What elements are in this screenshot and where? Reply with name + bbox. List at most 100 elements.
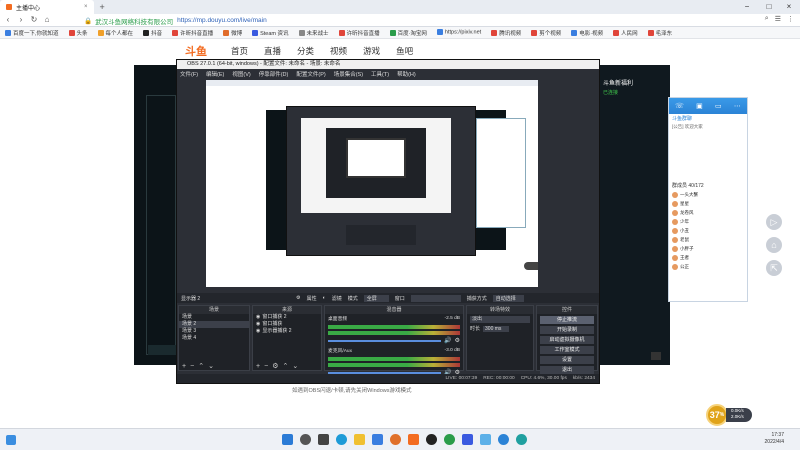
qq-screen-icon[interactable]: ▭ [715, 102, 722, 110]
remove-icon[interactable]: − [190, 363, 194, 370]
stop-streaming-button[interactable]: 停止推流 [540, 316, 594, 324]
qq-icon[interactable] [497, 434, 509, 445]
source-item[interactable]: ◉ 显示器捕获 2 [253, 328, 321, 335]
app-icon[interactable] [515, 434, 527, 445]
scene-item[interactable]: 场景 2 [179, 321, 249, 328]
transition-select[interactable]: 淡出 [470, 316, 530, 323]
bookmark-item[interactable]: 微博 [218, 29, 247, 37]
source-item[interactable]: ◉ 窗口捕获 [253, 321, 321, 328]
qq-phone-icon[interactable]: ☏ [675, 102, 684, 110]
move-down-icon[interactable]: ⌄ [292, 362, 298, 370]
qq-member[interactable]: 星星 [669, 199, 747, 208]
search-icon[interactable]: ⌕ [765, 15, 769, 23]
virtual-camera-button[interactable]: 启动虚拟摄像机 [540, 336, 594, 344]
settings-icon[interactable]: ⚙ [272, 362, 278, 370]
url-field[interactable]: 🔒 武汉斗鱼网络科技有限公司 https://mp.douyu.com/live… [84, 16, 544, 26]
start-icon[interactable] [281, 434, 293, 445]
qq-member[interactable]: 公正 [669, 262, 747, 271]
volume-slider[interactable] [328, 339, 442, 342]
firefox-icon[interactable] [389, 434, 401, 445]
studio-mode-button[interactable]: 工作室模式 [540, 346, 594, 354]
qq-member[interactable]: 王者 [669, 253, 747, 262]
bookmark-item[interactable]: Steam 资讯 [247, 29, 293, 37]
eye-icon[interactable]: ◉ [256, 314, 260, 321]
extensions-icon[interactable]: ☰ [775, 15, 781, 23]
browser-tab[interactable]: 主播中心 × [0, 0, 94, 14]
douyu-app-icon[interactable] [407, 434, 419, 445]
browser-icon[interactable] [443, 434, 455, 445]
qq-member[interactable]: 老鼠 [669, 235, 747, 244]
filters-button[interactable]: 滤镜 [332, 295, 342, 302]
bookmark-item[interactable]: https://pixiv.net [432, 29, 486, 36]
bookmark-item[interactable]: 电影·视频 [566, 29, 608, 37]
move-up-icon[interactable]: ⌃ [282, 362, 288, 370]
bookmark-item[interactable]: 百度一下,你就知道 [0, 29, 64, 37]
bookmark-item[interactable]: 人民网 [608, 29, 643, 37]
tab-close-icon[interactable]: × [84, 4, 88, 10]
eye-icon[interactable]: ◉ [256, 328, 260, 335]
bookmark-item[interactable]: 剪个视频 [526, 29, 566, 37]
store-icon[interactable] [371, 434, 383, 445]
move-up-icon[interactable]: ⌃ [198, 362, 204, 370]
scene-item[interactable]: 场景 4 [179, 335, 249, 342]
mode-select[interactable]: 全屏 [363, 294, 389, 302]
weather-widget-icon[interactable] [6, 434, 16, 445]
bookmark-item[interactable]: 头条 [64, 29, 93, 37]
obs-menu-item[interactable]: 场景集合(S) [334, 70, 363, 78]
qq-more-icon[interactable]: ⋯ [734, 102, 741, 110]
bookmark-item[interactable]: 许昕抖音直播 [167, 29, 218, 37]
bookmark-item[interactable]: 抖音 [138, 29, 167, 37]
play-icon[interactable]: ▷ [766, 214, 782, 230]
gear-icon[interactable]: ⚙ [296, 295, 300, 301]
bookmark-item[interactable]: 每个人都在 [93, 29, 139, 37]
speaker-icon[interactable]: 🔊 [444, 337, 451, 344]
home-icon[interactable]: ⌂ [41, 15, 53, 24]
obs-icon[interactable] [425, 434, 437, 445]
obs-menu-item[interactable]: 配置文件(P) [296, 70, 325, 78]
qq-member[interactable]: 小丑 [669, 226, 747, 235]
eye-icon[interactable]: ◉ [256, 321, 260, 328]
nav-link[interactable]: 游戏 [363, 45, 380, 57]
search-icon[interactable] [299, 434, 311, 445]
screen-share-icon[interactable]: ⇱ [766, 260, 782, 276]
properties-button[interactable]: 属性 [307, 295, 317, 302]
new-tab-button[interactable]: + [94, 0, 111, 14]
window-select[interactable] [410, 294, 461, 302]
nav-link[interactable]: 鱼吧 [396, 45, 413, 57]
qq-member[interactable]: 小胖子 [669, 244, 747, 253]
minimize-icon[interactable]: − [736, 0, 758, 14]
cpu-usage-badge[interactable]: 37% [706, 404, 728, 426]
app-icon[interactable] [479, 434, 491, 445]
maximize-icon[interactable]: □ [758, 0, 780, 14]
settings-button[interactable]: 设置 [540, 356, 594, 364]
exit-button[interactable]: 退出 [540, 366, 594, 374]
remove-icon[interactable]: − [264, 363, 268, 370]
filters-icon[interactable]: ◐ [323, 295, 326, 301]
task-view-icon[interactable] [317, 434, 329, 445]
forward-icon[interactable]: › [15, 15, 27, 24]
qq-video-icon[interactable]: ▣ [696, 102, 703, 110]
obs-preview[interactable] [206, 80, 538, 287]
home-side-icon[interactable]: ⌂ [766, 237, 782, 253]
reload-icon[interactable]: ↻ [28, 15, 40, 24]
back-icon[interactable]: ‹ [2, 15, 14, 24]
obs-menu-item[interactable]: 编辑(E) [206, 70, 224, 78]
nav-link[interactable]: 首页 [231, 45, 248, 57]
douyu-logo[interactable]: 斗鱼 [185, 43, 207, 59]
qq-member[interactable]: 龙卷风 [669, 208, 747, 217]
scene-item[interactable]: 场景 3 [179, 328, 249, 335]
start-recording-button[interactable]: 开始录制 [540, 326, 594, 334]
source-item[interactable]: ◉ 窗口捕获 2 [253, 314, 321, 321]
scene-item[interactable]: 场景 [179, 314, 249, 321]
obs-menu-item[interactable]: 文件(F) [180, 70, 198, 78]
nav-link[interactable]: 视频 [330, 45, 347, 57]
settings-icon[interactable]: ⚙ [455, 337, 460, 344]
obs-menu-item[interactable]: 帮助(H) [397, 70, 416, 78]
capture-select[interactable]: 自动选择 [492, 294, 524, 302]
nav-link[interactable]: 直播 [264, 45, 281, 57]
qq-member[interactable]: 一头大蟹 [669, 190, 747, 199]
file-explorer-icon[interactable] [353, 434, 365, 445]
edge-icon[interactable] [335, 434, 347, 445]
obs-menu-item[interactable]: 工具(T) [371, 70, 389, 78]
obs-menu-item[interactable]: 视图(V) [232, 70, 250, 78]
